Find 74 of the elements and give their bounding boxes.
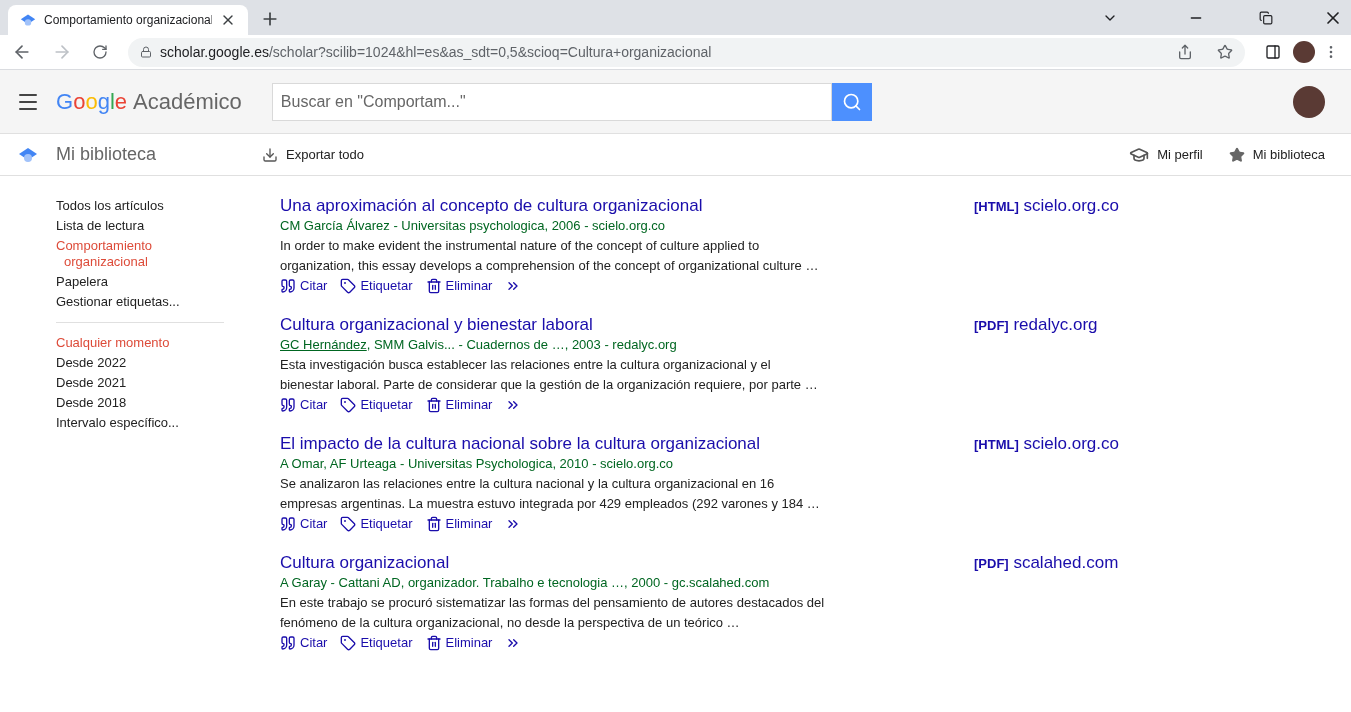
- result-source: A Omar, AF Urteaga - Universitas Psychologica, 2010 - scielo.org.co: [280, 455, 675, 473]
- search-icon: [841, 91, 862, 112]
- side-panel-icon[interactable]: [1265, 44, 1281, 60]
- quote-icon: [280, 516, 296, 532]
- page-title: Mi biblioteca: [56, 143, 158, 166]
- tag-link[interactable]: Etiquetar: [340, 395, 413, 415]
- delete-link[interactable]: Eliminar: [425, 276, 493, 296]
- lock-icon: [140, 46, 152, 58]
- quote-icon: [280, 278, 296, 294]
- result-source: GC Hernández, SMM Galvis... - Cuadernos de …, 2003 - redalyc.org: [280, 336, 678, 354]
- author-link[interactable]: GC Hernández: [280, 337, 367, 352]
- tag-link[interactable]: Etiquetar: [340, 633, 413, 653]
- time-filter[interactable]: Desde 2022: [56, 353, 224, 373]
- result-title[interactable]: El impacto de la cultura nacional sobre la cultura organizacional: [280, 434, 824, 454]
- google-academico-logo[interactable]: Google Académico: [56, 85, 242, 118]
- browser-tab[interactable]: Comportamiento organizacional: [8, 5, 248, 35]
- result-source: CM García Álvarez - Universitas psychologica, 2006 - scielo.org.co: [280, 217, 667, 235]
- delete-link[interactable]: Eliminar: [425, 395, 493, 415]
- share-icon[interactable]: [1177, 44, 1193, 60]
- result-title[interactable]: Cultura organizacional y bienestar laboral: [280, 315, 824, 335]
- search-button[interactable]: [831, 82, 872, 121]
- time-filter[interactable]: Intervalo específico...: [56, 413, 224, 433]
- trash-icon: [425, 397, 442, 413]
- address-bar[interactable]: scholar.google.es/scholar?scilib=1024&hl=es&as_sdt=0,5&scioq=Cultura+organizacional: [128, 37, 1245, 67]
- library-link[interactable]: Mi biblioteca: [1228, 144, 1325, 165]
- delete-link[interactable]: Eliminar: [425, 633, 493, 653]
- tag-icon: [340, 278, 357, 294]
- search-field[interactable]: Buscar en "Comportam...": [271, 82, 832, 121]
- result-snippet: Se analizaron las relaciones entre la cultura nacional y la cultura organizacional en 16 empresas argentinas. La muestra estuvo integrada por 429 empleados (292 varones y 184 …: [280, 475, 821, 513]
- full-text-link[interactable]: [PDF] scalahed.com: [974, 553, 1119, 653]
- restore-icon[interactable]: [1259, 10, 1273, 25]
- time-filter[interactable]: Desde 2021: [56, 373, 224, 393]
- download-icon: [262, 146, 278, 163]
- cite-link[interactable]: Citar: [280, 276, 328, 296]
- quote-icon: [280, 397, 296, 413]
- sidebar-item[interactable]: Todos los artículos: [56, 196, 224, 216]
- account-avatar[interactable]: [1293, 85, 1325, 118]
- time-filter[interactable]: Desde 2018: [56, 393, 224, 413]
- trash-icon: [425, 278, 442, 294]
- tag-icon: [340, 635, 357, 651]
- tag-icon: [340, 397, 357, 413]
- cite-link[interactable]: Citar: [280, 633, 328, 653]
- result-snippet: Esta investigación busca establecer las relaciones entre la cultura organizacional y el bienestar laboral. Parte de considerar que la gestión de la organización requiere, por parte …: [280, 356, 819, 394]
- sidebar-item[interactable]: Lista de lectura: [56, 216, 224, 236]
- trash-icon: [425, 516, 442, 532]
- full-text-link[interactable]: [PDF] redalyc.org: [974, 315, 1098, 415]
- url-text: scholar.google.es/scholar?scilib=1024&hl=es&as_sdt=0,5&scioq=Cultura+organizacional: [160, 42, 713, 62]
- result-title[interactable]: Una aproximación al concepto de cultura organizacional: [280, 196, 824, 216]
- tag-link[interactable]: Etiquetar: [340, 514, 413, 534]
- star-icon: [1228, 146, 1245, 163]
- tag-link[interactable]: Etiquetar: [340, 276, 413, 296]
- tag-icon: [340, 516, 357, 532]
- reload-icon[interactable]: [92, 44, 108, 60]
- sidebar-item[interactable]: Papelera: [56, 272, 224, 292]
- profile-link[interactable]: Mi perfil: [1129, 144, 1203, 165]
- cite-link[interactable]: Citar: [280, 395, 328, 415]
- tab-title: Comportamiento organizacional: [44, 12, 212, 29]
- quote-icon: [280, 635, 296, 651]
- time-filter[interactable]: Cualquier momento: [56, 333, 224, 353]
- full-text-link[interactable]: [HTML] scielo.org.co: [974, 196, 1119, 296]
- cite-link[interactable]: Citar: [280, 514, 328, 534]
- sidebar-item[interactable]: Comportamiento organizacional: [56, 236, 224, 272]
- result-snippet: In order to make evident the instrumental nature of the concept of culture applied to organization, this essay develops a comprehension of the concept of organizational culture …: [280, 237, 820, 275]
- delete-link[interactable]: Eliminar: [425, 514, 493, 534]
- result-title[interactable]: Cultura organizacional: [280, 553, 824, 573]
- result-snippet: En este trabajo se procuró sistematizar las formas del pensamiento de autores destacados del fenómeno de la cultura organizacional, no desde la perspectiva de un teórico …: [280, 594, 825, 632]
- full-text-link[interactable]: [HTML] scielo.org.co: [974, 434, 1119, 534]
- export-button[interactable]: Exportar todo: [262, 144, 365, 165]
- graduation-cap-icon: [20, 12, 36, 28]
- bookmark-star-icon[interactable]: [1217, 44, 1233, 60]
- profile-avatar[interactable]: [1293, 41, 1315, 63]
- result-source: A Garay - Cattani AD, organizador. Trabalho e tecnologia …, 2000 - gc.scalahed.com: [280, 574, 771, 592]
- trash-icon: [425, 635, 442, 651]
- sidebar-item[interactable]: Gestionar etiquetas...: [56, 292, 224, 312]
